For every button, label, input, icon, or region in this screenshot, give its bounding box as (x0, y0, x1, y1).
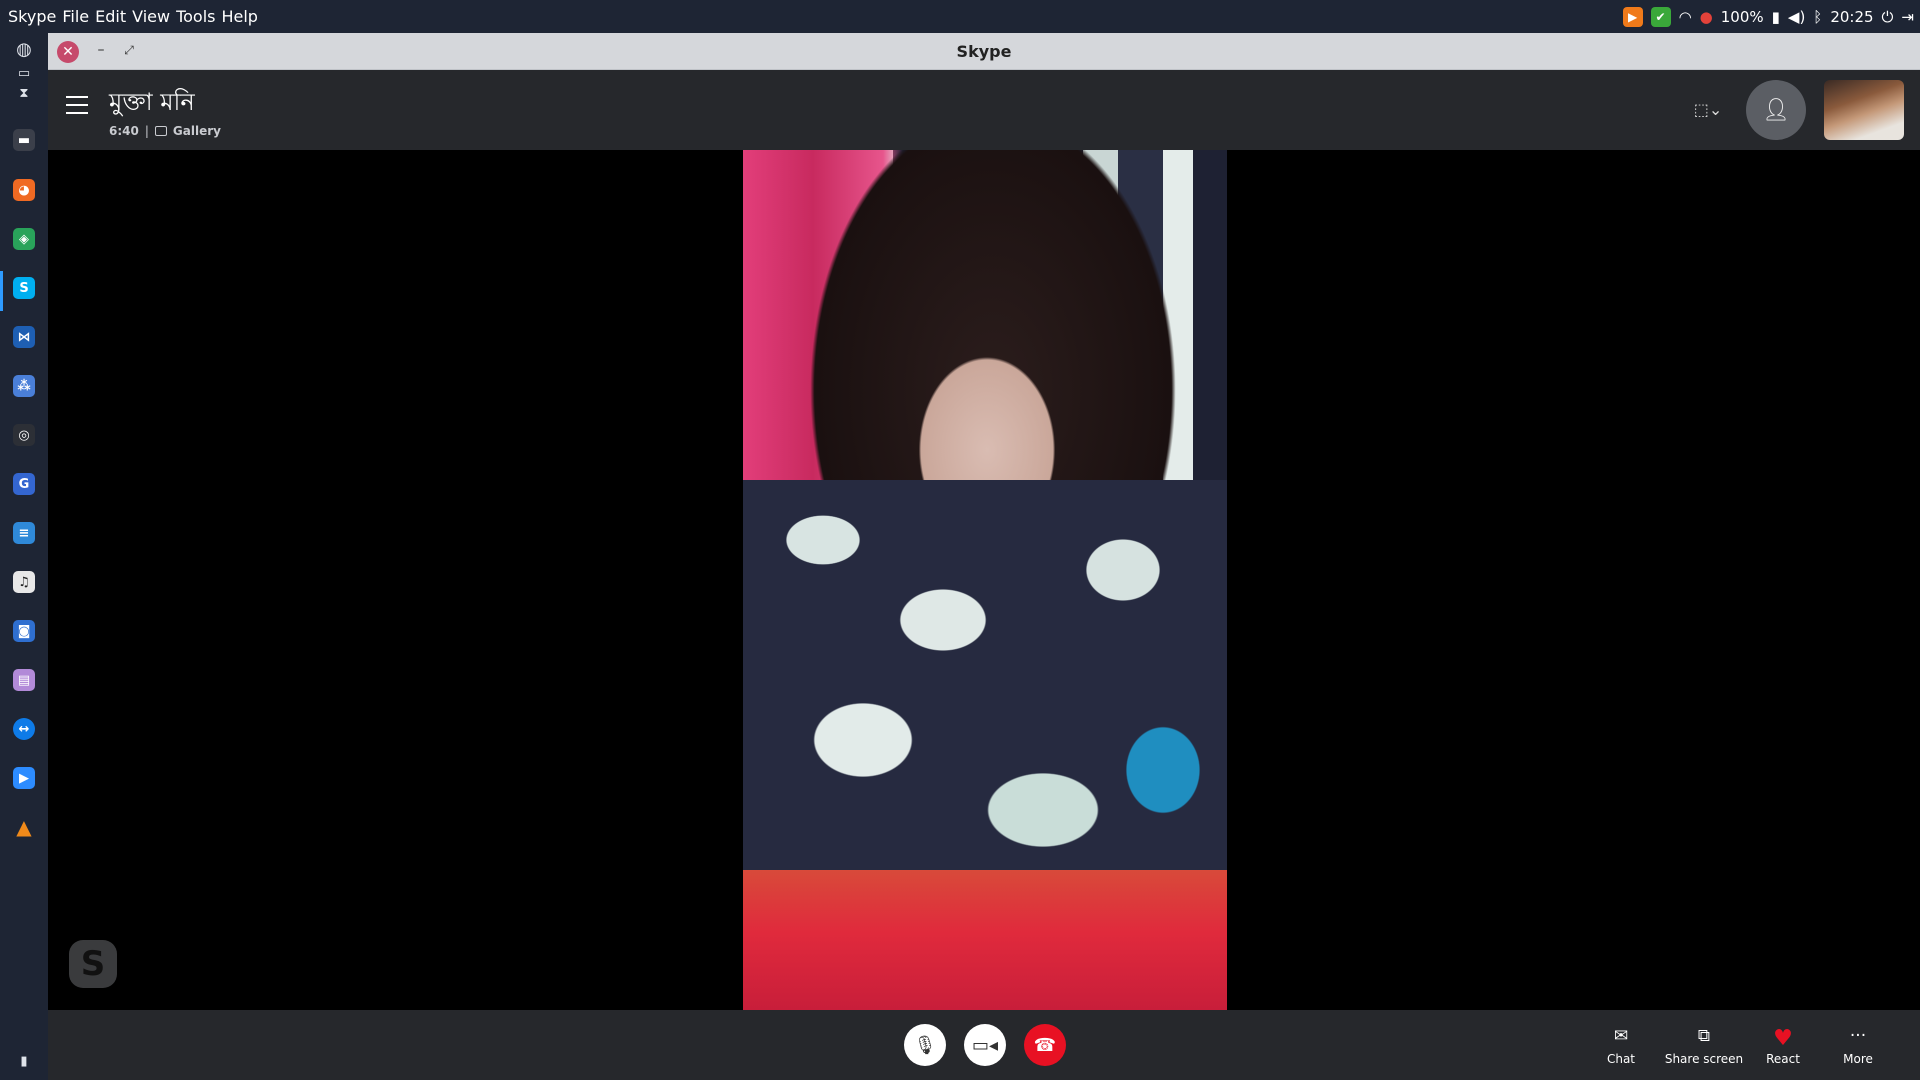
globe-icon[interactable]: ◍ (16, 39, 32, 60)
meta-separator: | (144, 124, 149, 138)
terminal-app-icon[interactable]: ▬ (13, 129, 35, 151)
vscode-app-icon[interactable]: ⋈ (13, 326, 35, 348)
gallery-icon (154, 126, 167, 136)
notification-bell-icon[interactable]: ● (1700, 8, 1713, 26)
toggle-camera-button[interactable]: ▭◂ (964, 1024, 1006, 1066)
call-header: মুক্তা মনি 6:40 | Gallery ⬚⌄ 👤︎ (48, 70, 1920, 150)
apps-grid-icon[interactable]: ⁂ (13, 375, 35, 397)
video-content-lower (743, 870, 1227, 1010)
active-app-indicator (0, 271, 3, 311)
share-screen-button[interactable]: ⧉ Share screen (1664, 1026, 1744, 1066)
battery-percent[interactable]: 100% (1721, 8, 1764, 26)
volume-icon[interactable]: ◀) (1788, 8, 1805, 26)
fit-to-screen-icon[interactable]: ⬚⌄ (1693, 96, 1723, 122)
menu-help[interactable]: Help (221, 7, 257, 26)
power-icon[interactable]: ⏻ (1882, 8, 1894, 26)
zoom-app-icon[interactable]: ▶ (13, 767, 35, 789)
ellipsis-icon: ··· (1849, 1026, 1867, 1046)
screenshot-app-icon[interactable]: ◙ (13, 620, 35, 642)
app-menu: Skype File Edit View Tools Help (0, 7, 258, 26)
battery-icon[interactable]: ▮ (1772, 8, 1780, 26)
remote-video-feed (743, 150, 1227, 1010)
firefox-app-icon[interactable]: ◕ (13, 179, 35, 201)
heart-icon: ♥ (1773, 1026, 1793, 1051)
add-participant-button[interactable]: 👤︎ (1746, 80, 1806, 140)
trash-icon[interactable]: ▮ (16, 1053, 32, 1069)
chat-label: Chat (1606, 1052, 1636, 1066)
chat-button[interactable]: ✉ Chat (1581, 1026, 1661, 1066)
view-mode-label[interactable]: Gallery (173, 124, 221, 138)
menu-tools[interactable]: Tools (176, 7, 215, 26)
system-tray: ▶ ✔ ◠ ● 100% ▮ ◀) ᛒ 20:25 ⏻ ⇥ (1622, 6, 1920, 27)
system-menu-bar: Skype File Edit View Tools Help ▶ ✔ ◠ ● … (0, 0, 1920, 33)
bluetooth-icon[interactable]: ᛒ (1813, 8, 1822, 26)
app-dock: ◍ ▭ ⧗ ▬ ◕ ◈ S ⋈ ⁂ ◎ G ≡ ♫ ◙ ▤ ↔ ▶ ▲ ▮ (0, 33, 48, 1080)
writer-app-icon[interactable]: ≡ (13, 522, 35, 544)
more-options-button[interactable]: ··· More (1818, 1026, 1898, 1066)
more-label: More (1843, 1052, 1873, 1066)
share-screen-icon: ⧉ (1697, 1026, 1711, 1046)
check-status-icon[interactable]: ✔ (1650, 6, 1671, 27)
hamburger-menu-icon[interactable] (66, 96, 88, 114)
vpn-app-icon[interactable]: ◈ (13, 228, 35, 250)
logout-icon[interactable]: ⇥ (1901, 8, 1914, 26)
wifi-icon[interactable]: ◠ (1679, 8, 1692, 26)
call-duration: 6:40 (109, 124, 139, 138)
contact-name: মুক্তা মনি (109, 88, 195, 116)
menu-skype[interactable]: Skype (8, 7, 56, 26)
window-title-bar: ✕ – ⤢ Skype (48, 33, 1920, 70)
folder-icon[interactable]: ▭ (16, 65, 32, 81)
music-app-icon[interactable]: ♫ (13, 571, 35, 593)
video-stage (48, 150, 1920, 1010)
vlc-app-icon[interactable]: ▲ (13, 815, 35, 839)
end-call-button[interactable]: ☎︎ (1024, 1024, 1066, 1066)
go-app-icon[interactable]: G (13, 473, 35, 495)
call-meta: 6:40 | Gallery (109, 124, 221, 138)
files-app-icon[interactable]: ▤ (13, 669, 35, 691)
chat-icon: ✉ (1613, 1026, 1629, 1046)
window-title: Skype (956, 42, 1012, 61)
skype-app-icon[interactable]: S (13, 277, 35, 299)
call-controls-bar: 🎙︎ ▭◂ ☎︎ ✉ Chat ⧉ Share screen ♥ React ·… (48, 1010, 1920, 1080)
share-screen-label: Share screen (1664, 1052, 1744, 1066)
media-player-icon[interactable]: ▶ (1622, 6, 1643, 27)
menu-view[interactable]: View (132, 7, 170, 26)
menu-edit[interactable]: Edit (95, 7, 126, 26)
hourglass-icon[interactable]: ⧗ (16, 85, 32, 101)
self-video-preview[interactable] (1824, 80, 1904, 140)
video-content (743, 480, 1227, 900)
chromium-app-icon[interactable]: ◎ (13, 424, 35, 446)
react-label: React (1766, 1052, 1800, 1066)
clock[interactable]: 20:25 (1830, 8, 1873, 26)
menu-file[interactable]: File (62, 7, 89, 26)
mute-microphone-button[interactable]: 🎙︎ (904, 1024, 946, 1066)
teamviewer-app-icon[interactable]: ↔ (13, 718, 35, 740)
skype-logo-icon: S (69, 940, 117, 988)
react-button[interactable]: ♥ React (1743, 1026, 1823, 1066)
